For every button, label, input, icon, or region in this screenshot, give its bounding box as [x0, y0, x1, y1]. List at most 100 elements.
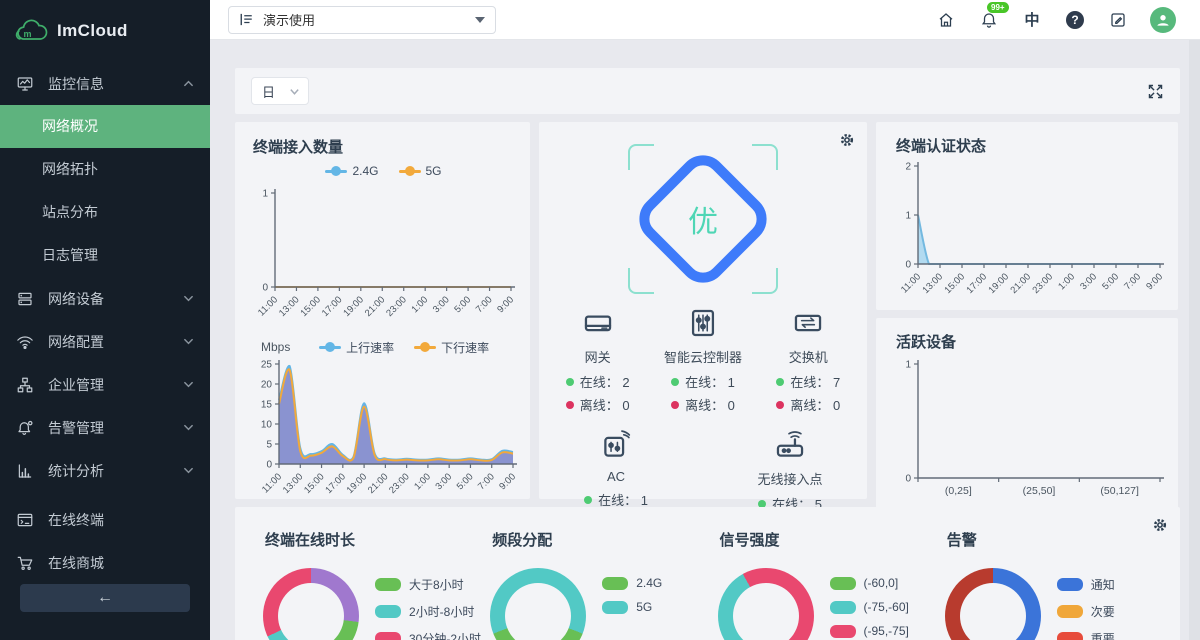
panel-title: 终端认证状态 [896, 135, 1168, 156]
svg-text:2: 2 [905, 162, 911, 173]
legend-label: 5G [636, 600, 652, 614]
gear-icon[interactable] [839, 132, 855, 148]
legend-item[interactable]: 5G [399, 164, 442, 178]
bracket-corner [628, 268, 654, 294]
donut-title: 频段分配 [492, 529, 709, 550]
sidebar-subitem[interactable]: 日志管理 [0, 234, 210, 277]
svg-text:17:00: 17:00 [320, 294, 345, 319]
topbar: 演示使用 99+ 中 ? [210, 0, 1200, 40]
sidebar-item-terminal[interactable]: 在线终端 [0, 498, 210, 541]
legend-chip-icon [375, 578, 401, 591]
svg-text:20: 20 [261, 380, 273, 391]
y-axis-unit: Mbps [261, 340, 290, 354]
grade-text: 优 [688, 197, 718, 241]
bracket-corner [752, 144, 778, 170]
donut-title: 信号强度 [720, 529, 937, 550]
dashboard-row-1: 终端接入数量 2.4G5G 0111:0013:0015:0017:0019:0… [235, 122, 1180, 499]
legend-marker-icon [319, 342, 341, 352]
chevron-down-icon [183, 420, 194, 436]
device-status-row: 网关在线： 2离线： 0智能云控制器在线： 1离线： 0交换机在线： 7离线： … [539, 306, 867, 416]
legend-item[interactable]: 上行速率 [319, 339, 394, 356]
svg-text:(0,25]: (0,25] [945, 485, 972, 497]
sidebar-subitem[interactable]: 站点分布 [0, 191, 210, 234]
period-selector[interactable]: 日 [251, 77, 309, 105]
sidebar-item-alarm-bell[interactable]: 告警管理 [0, 406, 210, 449]
sidebar-item-stats[interactable]: 统计分析 [0, 449, 210, 492]
svg-text:3:00: 3:00 [431, 294, 452, 315]
svg-text:17:00: 17:00 [965, 271, 990, 296]
sidebar-item-wifi[interactable]: 网络配置 [0, 320, 210, 363]
bracket-corner [628, 144, 654, 170]
legend-item[interactable]: 2.4G [602, 576, 662, 590]
chevron-down-icon [289, 86, 300, 97]
svg-text:1:00: 1:00 [1056, 271, 1077, 292]
access-chart-legend: 2.4G 5G [249, 159, 518, 183]
home-icon[interactable] [935, 9, 957, 31]
sidebar-item-cart[interactable]: 在线商城 [0, 541, 210, 584]
alarm-bell-icon [15, 418, 35, 438]
legend-item[interactable]: (-75,-60] [830, 600, 909, 614]
avatar[interactable] [1150, 7, 1176, 33]
device-status-controller: 智能云控制器在线： 1离线： 0 [651, 306, 755, 416]
sidebar-collapse-button[interactable]: ← [20, 584, 190, 612]
chevron-up-icon [183, 76, 194, 92]
sidebar-subitem[interactable]: 网络拓扑 [0, 148, 210, 191]
online-count: 在线： 7 [756, 370, 860, 393]
sidebar-item-label: 网络设备 [48, 289, 183, 309]
legend-item[interactable]: 2小时-8小时 [375, 603, 481, 620]
sidebar-item-monitor[interactable]: 监控信息 [0, 62, 210, 105]
sidebar-nav: 监控信息网络概况网络拓扑站点分布日志管理网络设备网络配置企业管理告警管理统计分析… [0, 62, 210, 584]
online-count: 在线： 2 [546, 370, 650, 393]
legend-item[interactable]: 下行速率 [414, 339, 489, 356]
svg-text:19:00: 19:00 [341, 294, 366, 319]
language-icon[interactable]: 中 [1021, 9, 1043, 31]
donut-chart [490, 568, 586, 640]
sidebar-item-label: 监控信息 [48, 74, 183, 94]
svg-text:23:00: 23:00 [384, 294, 409, 319]
offline-dot-icon [566, 401, 574, 409]
network-health-panel: 优 网关在线： 2离线： 0智能云控制器在线： 1离线： 0交换机在线： 7离线… [539, 122, 867, 499]
donut-grid: 终端在线时长大于8小时2小时-8小时30分钟-2小时频段分配2.4G5G信号强度… [255, 515, 1164, 640]
svg-text:15:00: 15:00 [302, 471, 327, 496]
feedback-edit-icon[interactable] [1107, 9, 1129, 31]
fullscreen-icon[interactable] [1147, 83, 1164, 100]
device-status-switch: 交换机在线： 7离线： 0 [756, 306, 860, 416]
donut-chart [263, 568, 359, 640]
chevron-down-icon [183, 291, 194, 307]
svg-text:19:00: 19:00 [345, 471, 370, 496]
gear-icon[interactable] [1152, 517, 1168, 533]
svg-text:7:00: 7:00 [476, 471, 497, 492]
legend-item[interactable]: 2.4G [325, 164, 378, 178]
notifications-bell-icon[interactable]: 99+ [978, 9, 1000, 31]
legend-item[interactable]: 重要 [1057, 630, 1115, 640]
legend-chip-icon [830, 625, 856, 638]
sidebar-item-label: 统计分析 [48, 461, 183, 481]
donut-legend: 大于8小时 2小时-8小时 30分钟-2小时 [375, 576, 481, 640]
sidebar-item-label: 告警管理 [48, 418, 183, 438]
dashboard-content: 日 终端接入数量 2.4G5G 0111:0013:0015:0017:0019… [210, 40, 1200, 640]
legend-marker-icon [399, 166, 421, 176]
svg-text:11:00: 11:00 [260, 471, 284, 495]
legend-item[interactable]: 5G [602, 600, 662, 614]
scrollbar-track[interactable] [1189, 40, 1200, 640]
legend-item[interactable]: (-95,-75] [830, 624, 909, 638]
legend-item[interactable]: 通知 [1057, 576, 1115, 593]
logo[interactable]: m ImCloud [0, 0, 210, 62]
sidebar-item-server[interactable]: 网络设备 [0, 277, 210, 320]
legend-label: 2.4G [352, 164, 378, 178]
legend-item[interactable]: 大于8小时 [375, 576, 481, 593]
ac-icon [599, 450, 633, 465]
legend-item[interactable]: 30分钟-2小时 [375, 630, 481, 640]
org-selector[interactable]: 演示使用 [228, 6, 496, 34]
sidebar-subitem[interactable]: 网络概况 [0, 105, 210, 148]
legend-item[interactable]: (-60,0] [830, 576, 909, 590]
legend-item[interactable]: 次要 [1057, 603, 1115, 620]
speed-chart-header: Mbps 上行速率 下行速率 [249, 336, 518, 358]
svg-text:3:00: 3:00 [433, 471, 454, 492]
help-icon[interactable]: ? [1064, 9, 1086, 31]
chevron-down-icon [183, 334, 194, 350]
donut-section: 告警通知次要重要 [937, 515, 1164, 640]
device-name: 无线接入点 [738, 469, 842, 488]
sidebar-item-org[interactable]: 企业管理 [0, 363, 210, 406]
legend-label: 30分钟-2小时 [409, 630, 481, 640]
